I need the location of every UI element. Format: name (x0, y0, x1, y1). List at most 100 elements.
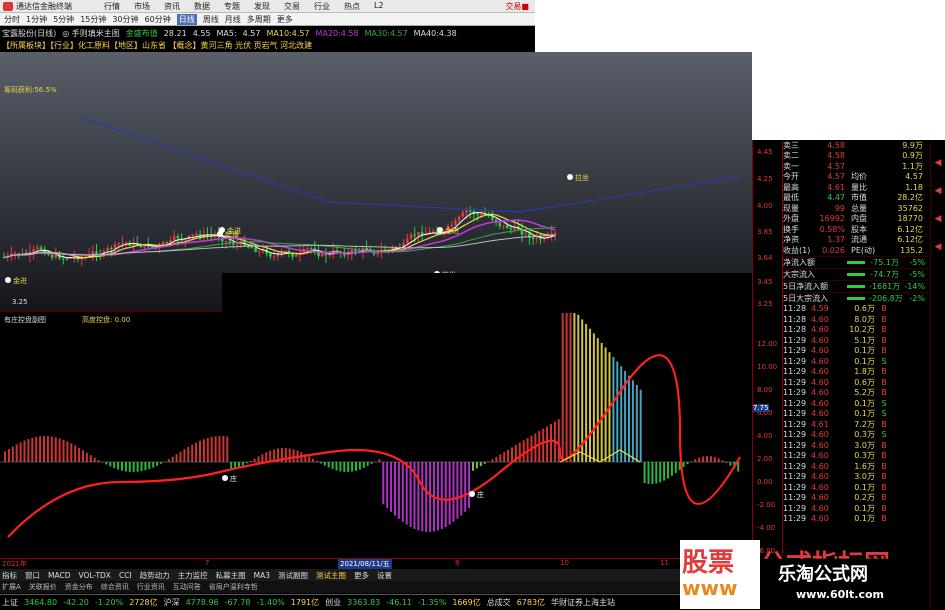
tick-row[interactable]: 11:294.600.1万B (783, 503, 930, 514)
flow-label: 5日净流入额 (783, 281, 847, 292)
status-item: 上证 (2, 597, 18, 608)
indicator-bar (47, 436, 49, 462)
tick-row[interactable]: 11:294.600.3万B (783, 451, 930, 462)
menu-item[interactable]: 数据 (194, 1, 210, 12)
side-toolbar[interactable]: ◀ ◀ ◀ ◀ (930, 140, 945, 610)
info-tab[interactable]: 省局户温利寺哲 (209, 582, 258, 592)
tick-volume: 10.2万 (841, 324, 875, 335)
menu-item[interactable]: 市场 (134, 1, 150, 12)
tick-volume: 0.1万 (841, 398, 875, 409)
arrow-icon[interactable]: ◀ (931, 158, 945, 168)
indicator-tab[interactable]: MACD (48, 571, 70, 580)
candle-body (195, 234, 198, 235)
info-tab[interactable]: 综合资讯 (101, 582, 129, 592)
tick-row[interactable]: 11:284.590.6万B (783, 304, 930, 315)
indicator-bar (616, 362, 618, 462)
tick-row[interactable]: 11:294.600.3万S (783, 430, 930, 441)
info-tab[interactable]: 扩展A (2, 582, 21, 592)
indicator-tab[interactable]: 测试主图 (316, 570, 346, 581)
menu-item[interactable]: 行情 (104, 1, 120, 12)
indicator-bar (156, 462, 158, 466)
period-tab[interactable]: 1分钟 (26, 14, 47, 25)
indicator-tab[interactable]: 私募主图 (216, 570, 246, 581)
indicator-bar (570, 305, 572, 462)
tick-row[interactable]: 11:294.601.8万B (783, 367, 930, 378)
indicator-bar (437, 462, 439, 530)
indicator-tick: 8.00 (757, 386, 773, 394)
info-tab[interactable]: 关联报价 (29, 582, 57, 592)
indicator-bar (468, 462, 470, 508)
menu-item[interactable]: 热点 (344, 1, 360, 12)
period-tab[interactable]: 5分钟 (53, 14, 74, 25)
indicator-tab[interactable]: 主力监控 (178, 570, 208, 581)
indicator-tab[interactable]: VOL-TDX (78, 571, 110, 580)
indicator-tab[interactable]: 测试副图 (278, 570, 308, 581)
tick-row[interactable]: 11:294.605.2万B (783, 388, 930, 399)
tick-row[interactable]: 11:294.601.6万B (783, 461, 930, 472)
tick-row[interactable]: 11:284.6010.2万B (783, 325, 930, 336)
menu-item[interactable]: 发现 (254, 1, 270, 12)
indicator-tab[interactable]: 设置 (377, 570, 392, 581)
indicator-bar (168, 459, 170, 462)
period-tab[interactable]: 日线 (177, 14, 197, 25)
indicator-bar (511, 447, 513, 462)
arrow-icon[interactable]: ◀ (931, 242, 945, 252)
tick-row[interactable]: 11:294.600.1万S (783, 409, 930, 420)
tick-row[interactable]: 11:294.603.0万B (783, 440, 930, 451)
period-tab[interactable]: 月线 (225, 14, 241, 25)
indicator-tab[interactable]: 窗口 (25, 570, 40, 581)
period-tab[interactable]: 多周期 (247, 14, 271, 25)
tick-row[interactable]: 11:294.600.1万B (783, 346, 930, 357)
candle-body (532, 238, 535, 239)
arrow-icon[interactable]: ◀ (931, 214, 945, 224)
period-tab[interactable]: 15分钟 (80, 14, 106, 25)
flow-row: 净流入额-75.1万-5% (783, 256, 930, 268)
menu-item[interactable]: 资讯 (164, 1, 180, 12)
info-tab[interactable]: 行业资讯 (137, 582, 165, 592)
period-tab[interactable]: 分时 (4, 14, 20, 25)
indicator-bar (39, 436, 41, 462)
period-tab[interactable]: 周线 (203, 14, 219, 25)
tick-row[interactable]: 11:294.600.2万B (783, 493, 930, 504)
tick-volume: 0.3万 (841, 450, 875, 461)
indicator-bar (121, 462, 123, 471)
tick-row[interactable]: 11:294.600.1万B (783, 482, 930, 493)
indicator-bar (601, 343, 603, 462)
period-tab[interactable]: 更多 (277, 14, 293, 25)
arrow-icon[interactable]: ◀ (931, 186, 945, 196)
tick-row[interactable]: 11:294.605.1万B (783, 335, 930, 346)
tick-row[interactable]: 11:294.617.2万B (783, 419, 930, 430)
menu-item[interactable]: 专题 (224, 1, 240, 12)
indicator-bar (589, 329, 591, 462)
period-tab[interactable]: 60分钟 (145, 14, 171, 25)
trade-link[interactable]: 交易■ (505, 1, 529, 12)
tick-price: 4.60 (811, 430, 841, 439)
tick-row[interactable]: 11:294.600.1万B (783, 514, 930, 525)
main-chart-selector[interactable]: ◎ 手则填米主图 (62, 28, 120, 39)
promo-www: www (682, 576, 737, 600)
info-tab[interactable]: 资金分布 (65, 582, 93, 592)
indicator-tab[interactable]: 指标 (2, 570, 17, 581)
candle-body (417, 232, 420, 235)
menu-item[interactable]: 交易 (284, 1, 300, 12)
tick-row[interactable]: 11:294.600.1万S (783, 398, 930, 409)
tick-row[interactable]: 11:294.603.0万B (783, 472, 930, 483)
info-tab[interactable]: 互动问答 (173, 582, 201, 592)
candle-body (410, 235, 413, 239)
indicator-bar (207, 438, 209, 462)
tick-price: 4.60 (811, 514, 841, 523)
tick-row[interactable]: 11:294.600.1万S (783, 356, 930, 367)
candle-body (506, 225, 509, 228)
flow-label: 5日大宗流入 (783, 293, 847, 304)
indicator-tab[interactable]: MA3 (254, 571, 270, 580)
indicator-tab[interactable]: 更多 (354, 570, 369, 581)
indicator-tab[interactable]: 趋势动力 (140, 570, 170, 581)
tick-list[interactable]: 11:284.590.6万B11:284.608.0万B11:284.6010.… (783, 304, 930, 525)
indicator-bar (523, 440, 525, 462)
period-tab[interactable]: 30分钟 (112, 14, 138, 25)
indicator-tab[interactable]: CCI (119, 571, 132, 580)
menu-item[interactable]: 行业 (314, 1, 330, 12)
tick-row[interactable]: 11:294.600.6万B (783, 377, 930, 388)
menu-item[interactable]: L2 (374, 1, 384, 12)
tick-row[interactable]: 11:284.608.0万B (783, 314, 930, 325)
